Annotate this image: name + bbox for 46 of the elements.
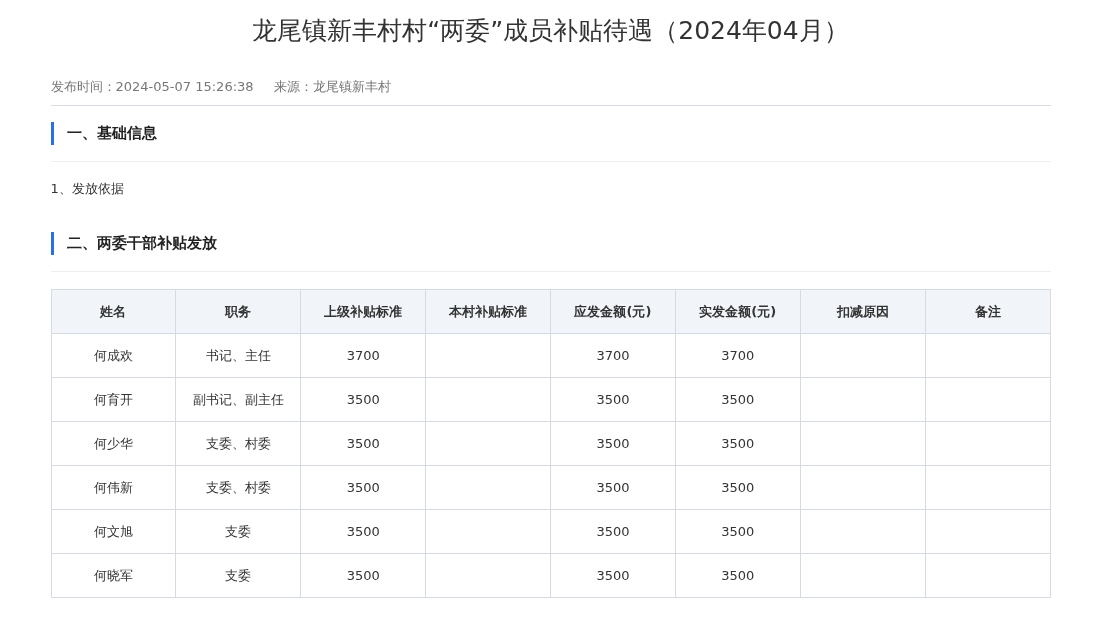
table-cell: 3500 [550, 509, 676, 554]
column-header: 姓名 [51, 289, 176, 334]
table-cell: 3500 [300, 509, 426, 554]
table-cell: 何伟新 [51, 465, 176, 510]
article-title: 龙尾镇新丰村村“两委”成员补贴待遇（2024年04月） [251, 15, 850, 47]
column-header: 应发金额(元) [550, 289, 676, 334]
column-header: 上级补贴标准 [300, 289, 426, 334]
table-cell: 3500 [675, 553, 801, 598]
table-cell: 3500 [675, 465, 801, 510]
column-header: 备注 [925, 289, 1050, 334]
column-header: 本村补贴标准 [425, 289, 551, 334]
table-cell: 何成欢 [51, 333, 176, 378]
table-cell: 何育开 [51, 377, 176, 422]
table-cell: 3700 [675, 333, 801, 378]
table-cell: 副书记、副主任 [175, 377, 301, 422]
paragraph: 1、发放依据 [50, 180, 125, 198]
publish-time: 发布时间：2024-05-07 15:26:38 [50, 78, 254, 96]
column-header: 实发金额(元) [675, 289, 801, 334]
table-cell: 3500 [550, 553, 676, 598]
table-cell: 支委、村委 [175, 421, 301, 466]
table-cell: 3500 [300, 421, 426, 466]
table-cell: 3500 [675, 421, 801, 466]
table-cell: 3500 [675, 509, 801, 554]
table-cell: 何文旭 [51, 509, 176, 554]
table-cell: 何晓军 [51, 553, 176, 598]
section-heading: 二、两委干部补贴发放 [66, 234, 217, 253]
table-cell: 3500 [550, 465, 676, 510]
column-header: 职务 [175, 289, 301, 334]
table-cell: 3700 [300, 333, 426, 378]
section-heading: 一、基础信息 [66, 124, 157, 143]
table-cell: 3500 [300, 465, 426, 510]
table-cell: 支委 [175, 553, 301, 598]
table-cell: 支委 [175, 509, 301, 554]
table-cell: 3500 [550, 377, 676, 422]
section-marker [50, 232, 54, 255]
table-cell: 3500 [300, 553, 426, 598]
table-cell: 何少华 [51, 421, 176, 466]
table-cell: 3700 [550, 333, 676, 378]
table-cell: 3500 [550, 421, 676, 466]
section-marker [50, 122, 54, 145]
table-cell: 3500 [675, 377, 801, 422]
column-header: 扣减原因 [800, 289, 926, 334]
table-cell: 支委、村委 [175, 465, 301, 510]
source-text: 来源：龙尾镇新丰村 [273, 78, 391, 96]
table-cell: 书记、主任 [175, 333, 301, 378]
table-cell: 3500 [300, 377, 426, 422]
